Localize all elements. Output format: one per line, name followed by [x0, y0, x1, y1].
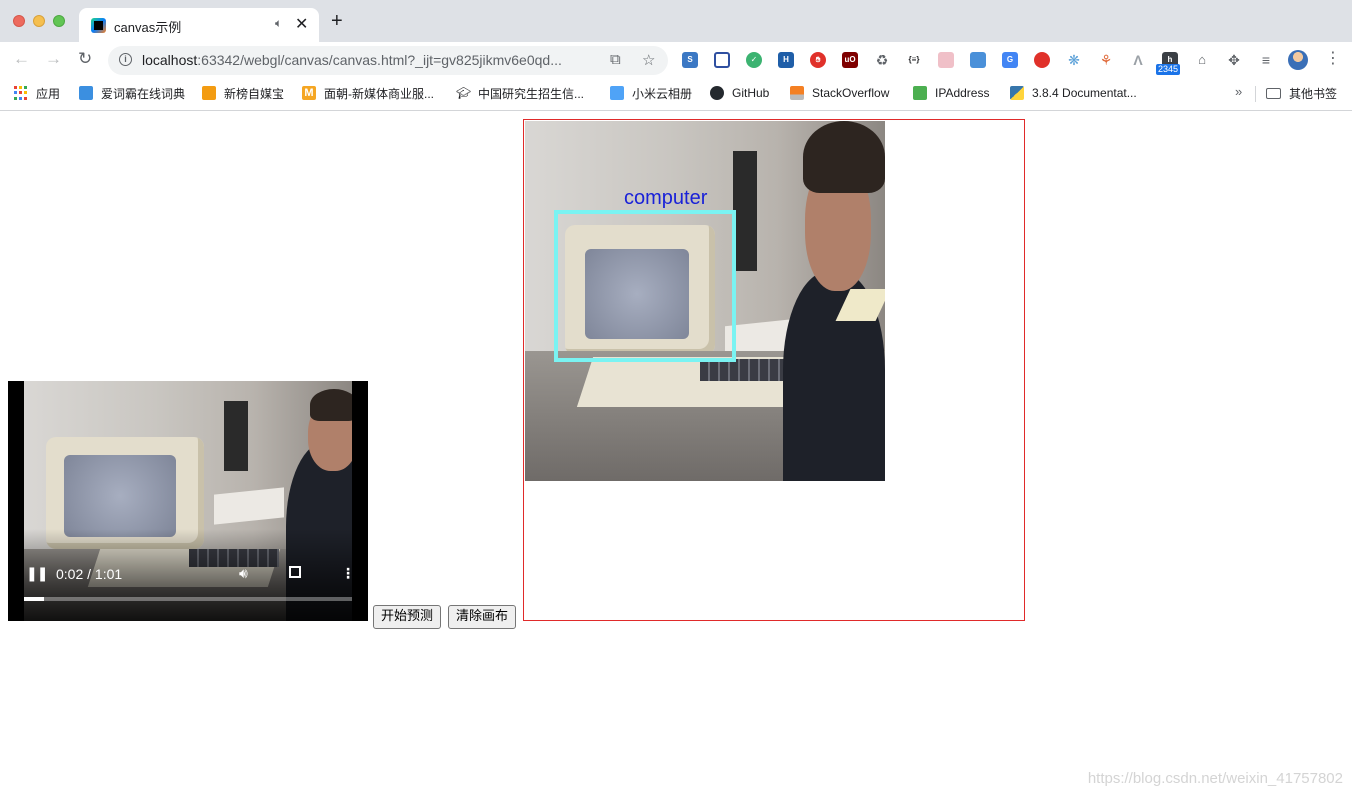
browser-toolbar: ← → ↻ i localhost:63342/webgl/canvas/can… [0, 42, 1352, 78]
webstorm-icon [91, 18, 106, 33]
bookmark-label: IPAddress [935, 86, 990, 100]
bookmark-github[interactable]: GitHub [710, 84, 769, 102]
prediction-canvas[interactable]: computer [523, 119, 1025, 621]
bookmark-ipaddress[interactable]: IPAddress [913, 84, 989, 102]
video-time-separator: / [83, 566, 95, 582]
extension-check-icon[interactable]: ✓ [746, 52, 762, 68]
extension-home-icon[interactable]: ⌂ [1194, 52, 1210, 68]
star-icon[interactable]: ☆ [642, 51, 655, 69]
bookmark-apps[interactable]: 应用 [14, 84, 60, 102]
extension-s-icon[interactable]: S [682, 52, 698, 68]
mianchao-icon: M [302, 86, 316, 100]
ipaddress-icon [913, 86, 927, 100]
extension-hand-icon[interactable]: ✋︎ [810, 52, 826, 68]
back-arrow-icon[interactable]: ← [13, 50, 30, 68]
bookmarks-overflow-button[interactable]: » [1235, 84, 1242, 99]
new-tab-button[interactable]: + [331, 11, 343, 31]
cloud-icon [610, 86, 624, 100]
bookmark-stackoverflow[interactable]: StackOverflow [790, 84, 889, 102]
extension-recycle-icon[interactable]: ♻ [874, 52, 890, 68]
bookmark-iciba[interactable]: 爱词霸在线词典 [79, 84, 185, 102]
info-icon[interactable]: i [119, 53, 132, 66]
bookmark-label: GitHub [732, 86, 770, 100]
maximize-window-button[interactable] [53, 15, 65, 27]
extension-tophub-icon[interactable]: H [778, 52, 794, 68]
page-content: ❚❚ 0:02 / 1:01 🔊︎ ⋮ 开始预测 清除画布 computer h… [0, 111, 1352, 797]
bookmark-mianchao[interactable]: M 面朝-新媒体商业服... [302, 84, 434, 102]
url-text[interactable]: localhost:63342/webgl/canvas/canvas.html… [142, 52, 562, 68]
extension-badge: 2345 [1156, 64, 1181, 75]
video-player[interactable]: ❚❚ 0:02 / 1:01 🔊︎ ⋮ [8, 381, 368, 621]
pause-icon[interactable]: ❚❚ [26, 565, 48, 582]
extension-network-icon[interactable]: ⚘ [1098, 52, 1114, 68]
extension-window-icon[interactable] [714, 52, 730, 68]
bookmark-label: 3.8.4 Documentat... [1032, 86, 1137, 100]
address-bar[interactable]: i localhost:63342/webgl/canvas/canvas.ht… [108, 46, 668, 75]
media-control-icon[interactable]: ≡ [1258, 52, 1274, 68]
graduation-cap-icon: 🎓︎ [456, 86, 472, 100]
minimize-window-button[interactable] [33, 15, 45, 27]
github-icon [710, 86, 724, 100]
fullscreen-icon[interactable] [289, 566, 301, 578]
speaker-icon[interactable]: 🔈︎ [275, 16, 282, 31]
other-bookmarks-label: 其他书签 [1289, 86, 1338, 101]
extension-lambda-icon[interactable]: Λ [1130, 52, 1146, 68]
forward-arrow-icon[interactable]: → [45, 50, 62, 68]
bookmark-yz-chsi[interactable]: 🎓︎ 中国研究生招生信... [456, 84, 584, 102]
extension-flower-icon[interactable]: ❋ [1066, 52, 1082, 68]
bookmark-label: StackOverflow [812, 86, 890, 100]
bookmark-label: 中国研究生招生信... [478, 86, 585, 101]
video-progress-bar[interactable] [24, 597, 352, 601]
reload-icon[interactable]: ↻ [78, 50, 92, 68]
tab-title: canvas示例 [114, 20, 182, 35]
detection-bounding-box [554, 210, 736, 362]
start-prediction-button[interactable]: 开始预测 [373, 605, 442, 629]
apps-grid-icon [14, 86, 28, 100]
bookmark-python-docs[interactable]: 3.8.4 Documentat... [1010, 84, 1137, 102]
video-controls: ❚❚ 0:02 / 1:01 🔊︎ ⋮ [8, 529, 368, 621]
stackoverflow-icon [790, 86, 804, 100]
bookmark-label: 爱词霸在线词典 [101, 86, 186, 101]
url-host: localhost [142, 52, 198, 68]
browser-titlebar: canvas示例 🔈︎ ✕ + [0, 0, 1352, 42]
extension-doc-icon[interactable] [970, 52, 986, 68]
puzzle-icon[interactable]: ✥ [1226, 52, 1242, 68]
bookmarks-bar: 应用 爱词霸在线词典 新榜自媒宝 M 面朝-新媒体商业服... 🎓︎ 中国研究生… [0, 78, 1352, 111]
bookmark-label: 小米云相册 [632, 86, 693, 101]
browser-tab[interactable]: canvas示例 🔈︎ ✕ [79, 8, 319, 42]
iciba-icon [79, 86, 93, 100]
url-path: :63342/webgl/canvas/canvas.html?_ijt=gv8… [197, 52, 562, 68]
watermark: https://blog.csdn.net/weixin_41757802 [1087, 770, 1343, 787]
bookmark-xiaomi-cloud[interactable]: 小米云相册 [610, 84, 692, 102]
video-time: 0:02 / 1:01 [56, 566, 122, 582]
detection-label: computer [624, 187, 708, 209]
bookmark-label: 新榜自媒宝 [224, 86, 285, 101]
profile-avatar[interactable] [1288, 50, 1308, 70]
close-icon[interactable]: ✕ [295, 14, 308, 34]
volume-icon[interactable]: 🔊︎ [239, 565, 248, 582]
bookmark-label: 应用 [36, 86, 61, 101]
video-duration: 1:01 [94, 566, 123, 582]
newrank-icon [202, 86, 216, 100]
extension-ublock-icon[interactable]: uO [842, 52, 858, 68]
python-icon [1010, 86, 1024, 100]
folder-icon [1266, 87, 1281, 99]
translate-icon[interactable]: ⧉ [610, 51, 621, 68]
extension-reader-icon[interactable] [938, 52, 954, 68]
close-window-button[interactable] [13, 15, 25, 27]
bookmark-newrank[interactable]: 新榜自媒宝 [202, 84, 284, 102]
extension-json-icon[interactable]: {≡} [906, 52, 922, 68]
video-current-time: 0:02 [56, 566, 84, 582]
other-bookmarks-folder[interactable]: 其他书签 [1266, 84, 1337, 102]
bookmarks-divider [1255, 86, 1256, 102]
extension-translate-icon[interactable]: G [1002, 52, 1018, 68]
more-options-icon[interactable]: ⋮ [341, 565, 355, 582]
extension-weibo-icon[interactable] [1034, 52, 1050, 68]
bookmark-label: 面朝-新媒体商业服... [324, 86, 434, 101]
clear-canvas-button[interactable]: 清除画布 [448, 605, 517, 629]
video-progress-fill [24, 597, 44, 601]
menu-dots-icon[interactable]: ⋮ [1325, 50, 1341, 68]
